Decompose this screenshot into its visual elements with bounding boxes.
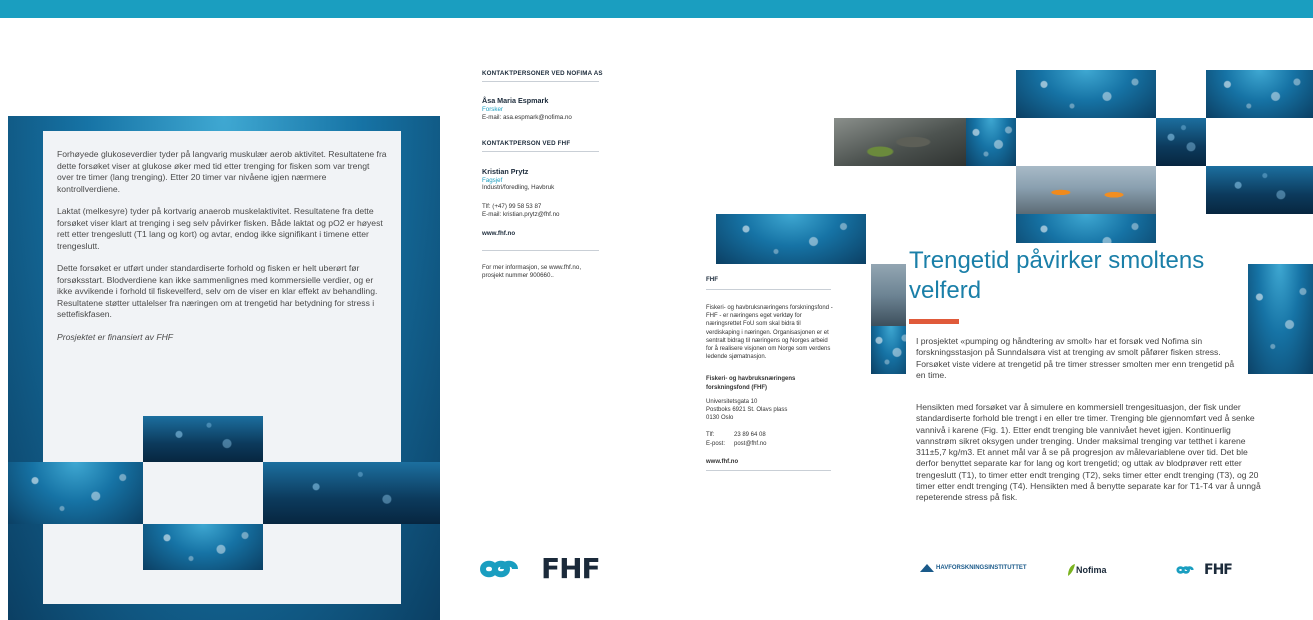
ocean-tile-image <box>966 118 1016 166</box>
havforskning-logo: HAVFORSKNINGSINSTITUTTET <box>920 563 1027 573</box>
contact-email[interactable]: E-mail: asa.espmark@nofima.no <box>482 114 572 122</box>
org-name: Fiskeri- og havbruksnæringens forsknings… <box>706 376 796 391</box>
fish-icon <box>920 564 934 572</box>
address-line: 0130 Oslo <box>706 415 734 422</box>
title-accent-bar <box>909 319 959 324</box>
ocean-tile-image <box>1206 166 1313 214</box>
phone-label: Tlf: <box>706 432 715 439</box>
side-heading: FHF <box>706 276 719 283</box>
logo-text: HAVFORSKNINGSINSTITUTTET <box>936 565 1027 571</box>
ocean-tile-image <box>1016 70 1156 118</box>
ocean-tile-image <box>1206 70 1313 118</box>
contact-role: Fagsjef <box>482 177 503 184</box>
article-title: Trengetid påvirker smoltens velferd <box>909 247 1205 304</box>
more-info-text: prosjekt nummer 900660.. <box>482 272 554 279</box>
fhf-logo: FHF <box>1176 562 1233 578</box>
ocean-tile-image <box>1156 118 1206 166</box>
contacts-nofima-heading: KONTAKTPERSONER VED NOFIMA AS <box>482 70 603 77</box>
leaf-icon <box>1068 564 1075 576</box>
ocean-tile-image <box>263 462 440 524</box>
article-intro: I prosjektet «pumping og håndtering av s… <box>916 336 1235 380</box>
web-link[interactable]: www.fhf.no <box>482 230 515 238</box>
ocean-tile-image <box>871 326 911 374</box>
more-info-text: For mer informasjon, se www.fhf.no, <box>482 264 582 271</box>
phone-row: Tlf: 23 89 64 08 <box>706 431 836 439</box>
fhf-infinity-icon <box>1176 566 1194 574</box>
financed-note: Prosjektet er finansiert av FHF <box>57 331 174 342</box>
divider <box>482 250 599 251</box>
ocean-tile-image <box>1246 264 1313 374</box>
logo-text: Nofima <box>1076 565 1107 575</box>
contact-phone: Tlf: (+47) 99 58 53 87 <box>482 203 542 210</box>
divider <box>482 81 599 82</box>
divider <box>482 151 599 152</box>
paragraph: Dette forsøket er utført under standardi… <box>57 263 378 319</box>
page-1: Forhøyede glukoseverdier tyder på langva… <box>8 18 440 620</box>
rope-photo <box>834 118 966 166</box>
email-label: E-post: <box>706 440 726 447</box>
sea-photo <box>871 264 911 326</box>
contact-role: Forsker <box>482 106 503 113</box>
divider <box>706 289 831 290</box>
paragraph: Forhøyede glukoseverdier tyder på langva… <box>57 149 387 194</box>
paragraph: Laktat (melkesyre) tyder på kortvarig an… <box>57 206 383 251</box>
divider <box>706 470 831 472</box>
email-row: E-post: post@fhf.no <box>706 440 836 448</box>
top-accent-bar <box>0 0 1313 18</box>
page-1-top-margin <box>8 18 440 116</box>
phone-value: 23 89 64 08 <box>734 432 766 439</box>
email-value[interactable]: post@fhf.no <box>734 441 766 447</box>
page-1-text-card: Forhøyede glukoseverdier tyder på langva… <box>43 131 401 414</box>
fhf-logo: FHF <box>479 552 601 585</box>
page-3: FHF Fiskeri- og havbruksnæringens forskn… <box>676 18 1313 620</box>
fhf-info-column: FHF Fiskeri- og havbruksnæringens forskn… <box>706 276 836 485</box>
logo-text: FHF <box>541 552 601 585</box>
ocean-tile-image <box>716 214 866 264</box>
ocean-tile-image <box>143 416 263 462</box>
about-text: Fiskeri- og havbruksnæringens forsknings… <box>706 305 833 361</box>
nofima-logo: Nofima <box>1066 563 1107 577</box>
contact-area: Industri/foredling, Havbruk <box>482 184 555 191</box>
contact-email[interactable]: E-mail: kristian.prytz@fhf.no <box>482 211 559 219</box>
workers-photo <box>1016 166 1156 214</box>
contacts-fhf-heading: KONTAKTPERSON VED FHF <box>482 140 571 147</box>
fhf-infinity-icon <box>479 560 518 577</box>
address-line: Postboks 6921 St. Olavs plass <box>706 407 788 414</box>
logo-text: FHF <box>1204 562 1233 578</box>
ocean-tile-image <box>8 462 143 524</box>
web-link[interactable]: www.fhf.no <box>706 458 836 466</box>
article-body: Hensikten med forsøket var å simulere en… <box>916 402 1261 503</box>
page-2: KONTAKTPERSONER VED NOFIMA AS Åsa Maria … <box>445 18 669 620</box>
contact-name: Kristian Prytz <box>482 167 529 176</box>
ocean-tile-image <box>143 524 263 570</box>
contact-name: Åsa Maria Espmark <box>482 96 549 105</box>
address-line: Universitetsgata 10 <box>706 398 758 405</box>
